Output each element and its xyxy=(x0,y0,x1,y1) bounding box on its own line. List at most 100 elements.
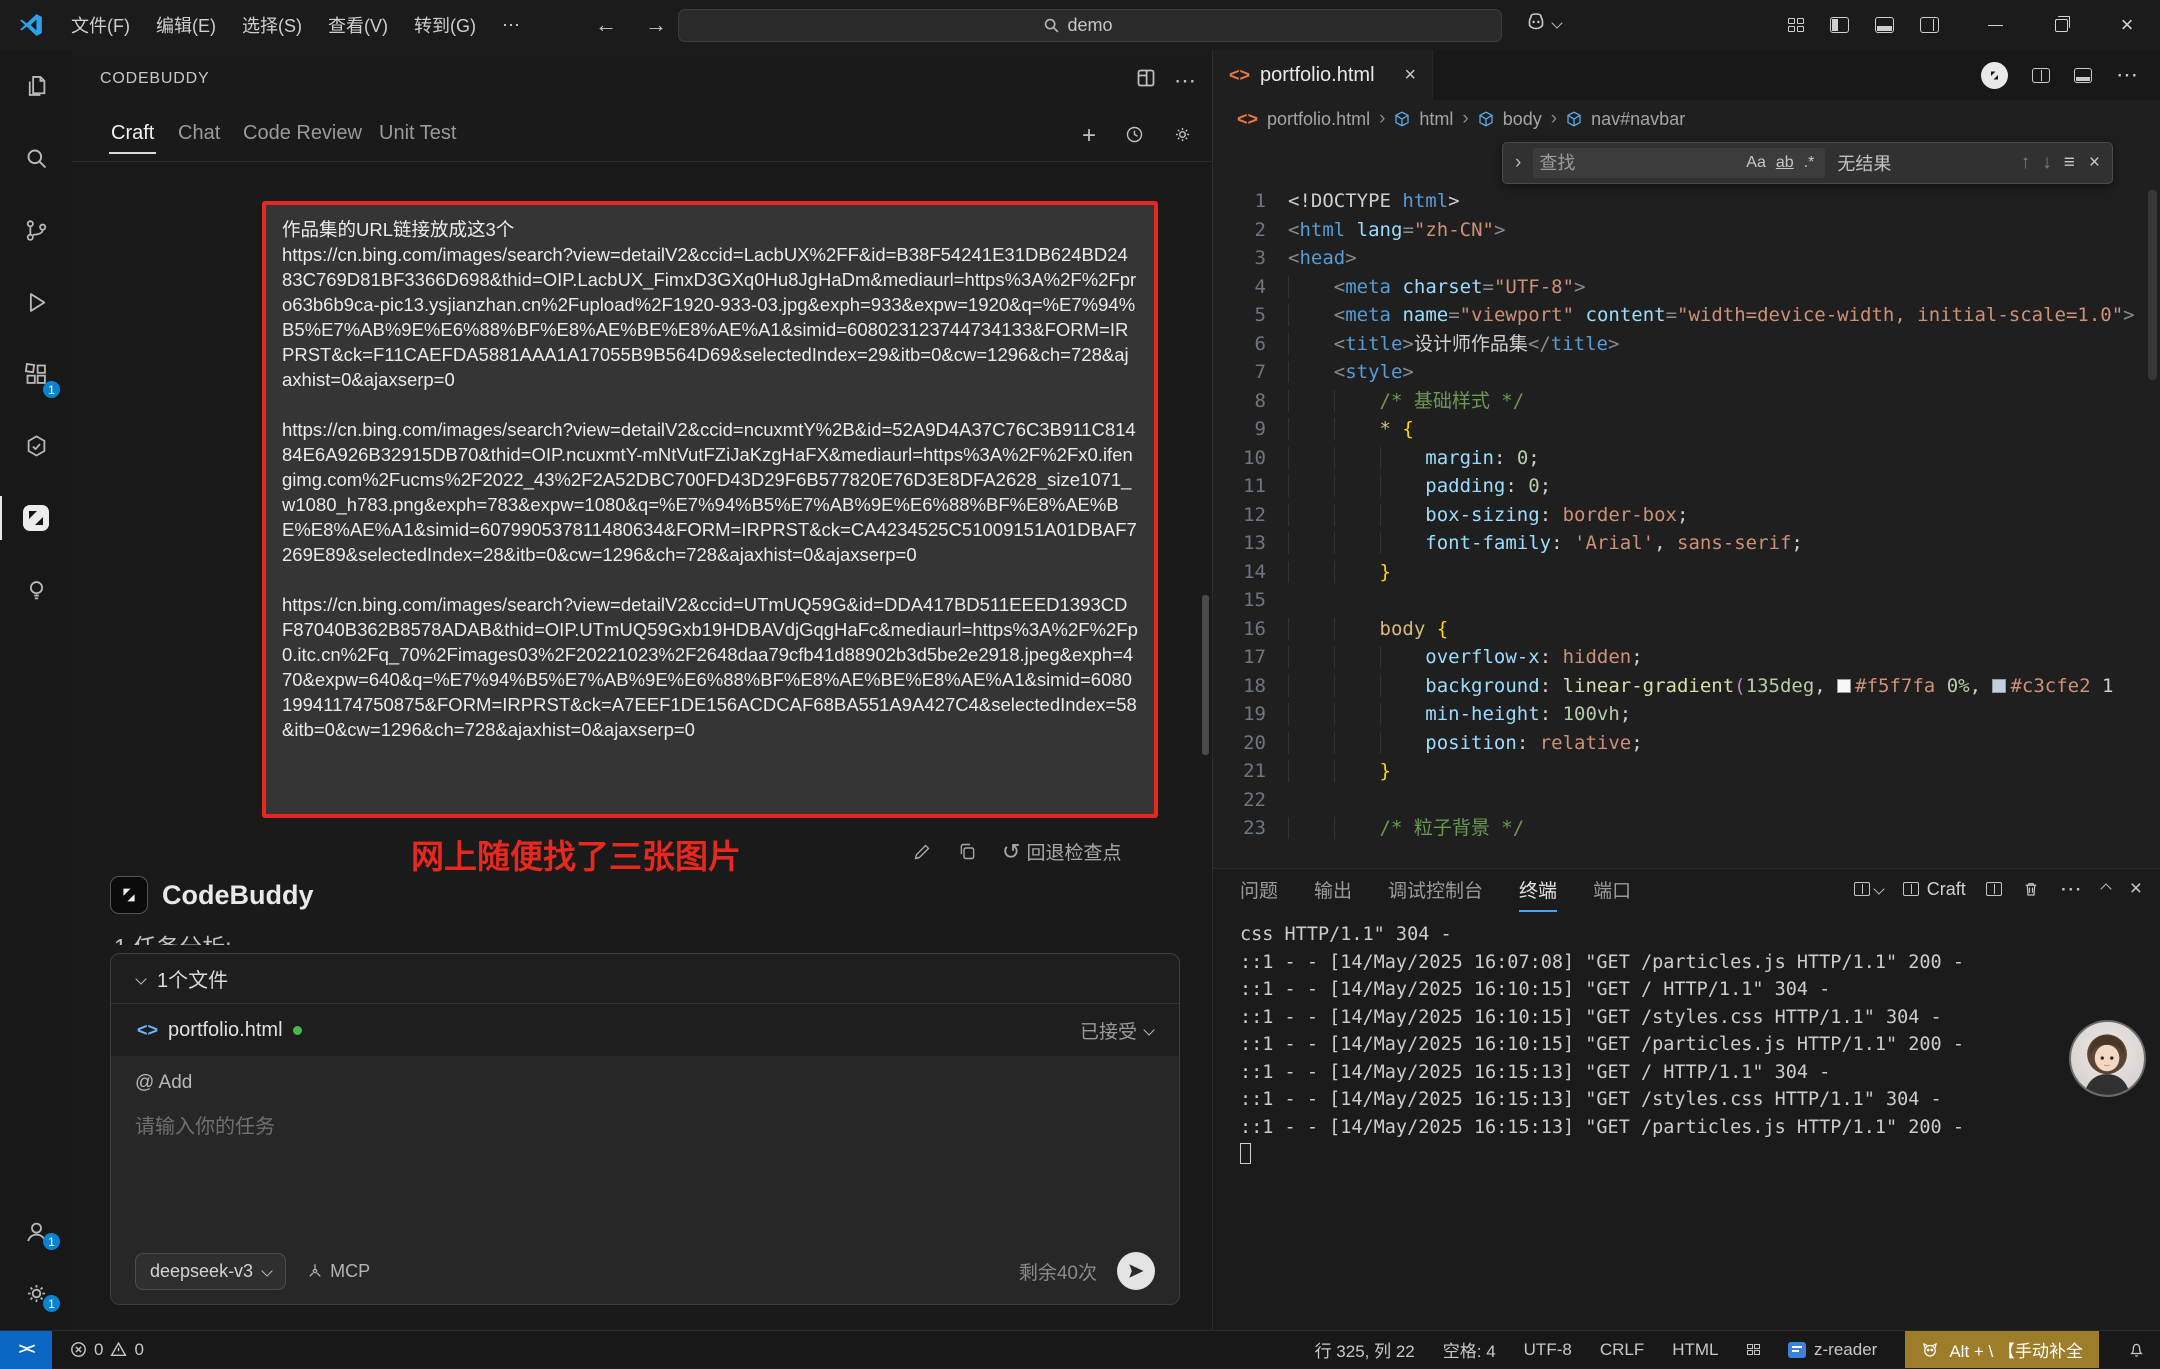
breadcrumb-file[interactable]: portfolio.html xyxy=(1267,109,1370,130)
sidebar-item-explorer[interactable] xyxy=(0,50,72,122)
completion-assist-badge[interactable]: Alt + \ 【手动补全 xyxy=(1905,1331,2099,1368)
sidebar-item-account[interactable]: 1 xyxy=(0,1200,72,1262)
more-actions-icon[interactable]: ⋯ xyxy=(2116,62,2138,88)
nav-forward-icon[interactable]: → xyxy=(631,12,681,38)
problems-status[interactable]: 0 0 xyxy=(70,1340,144,1360)
add-context-button[interactable]: @ Add xyxy=(135,1072,1155,1094)
code-line[interactable]: 12 box-sizing: border-box; xyxy=(1213,501,2146,530)
split-editor-icon[interactable] xyxy=(2032,68,2050,83)
code-line[interactable]: 9 * { xyxy=(1213,415,2146,444)
z-reader-status[interactable]: z-reader xyxy=(1788,1340,1877,1360)
code-line[interactable]: 6 <title>设计师作品集</title> xyxy=(1213,330,2146,359)
search-input[interactable] xyxy=(1068,15,1138,36)
tab-craft[interactable]: Craft xyxy=(111,122,154,145)
split-terminal-icon[interactable] xyxy=(1986,882,2002,896)
code-line[interactable]: 7 <style> xyxy=(1213,358,2146,387)
task-input[interactable] xyxy=(135,1110,1155,1180)
layout-grid-icon[interactable] xyxy=(1747,1344,1761,1356)
history-icon[interactable] xyxy=(1124,124,1145,145)
code-line[interactable]: 2<html lang="zh-CN"> xyxy=(1213,216,2146,245)
model-selector[interactable]: deepseek-v3 xyxy=(135,1253,286,1290)
remote-indicator[interactable]: >< xyxy=(0,1331,52,1369)
minimize-button[interactable] xyxy=(1962,0,2028,50)
menu-view[interactable]: 查看(V) xyxy=(315,6,401,44)
menu-overflow[interactable]: ⋯ xyxy=(489,9,533,42)
menu-selection[interactable]: 选择(S) xyxy=(229,6,315,44)
tab-terminal[interactable]: 终端 xyxy=(1519,876,1557,903)
find-in-selection-icon[interactable]: ≡ xyxy=(2064,152,2075,174)
code-line[interactable]: 11 padding: 0; xyxy=(1213,472,2146,501)
code-line[interactable]: 1<!DOCTYPE html> xyxy=(1213,187,2146,216)
send-button[interactable] xyxy=(1117,1252,1155,1290)
panel-scrollbar[interactable] xyxy=(1202,595,1209,755)
new-terminal-button[interactable] xyxy=(1854,882,1883,896)
maximize-panel-icon[interactable] xyxy=(2100,883,2111,894)
more-actions-icon[interactable]: ⋯ xyxy=(2060,876,2082,902)
kill-terminal-icon[interactable] xyxy=(2022,880,2040,898)
toggle-sidebar-icon[interactable] xyxy=(1830,17,1849,33)
whole-word-toggle[interactable]: ab xyxy=(1771,154,1799,172)
code-line[interactable]: 21 } xyxy=(1213,757,2146,786)
bell-icon[interactable] xyxy=(2127,1340,2146,1359)
nav-back-icon[interactable]: ← xyxy=(581,12,631,38)
tab-ports[interactable]: 端口 xyxy=(1593,876,1631,903)
find-next-icon[interactable]: ↓ xyxy=(2042,152,2052,174)
find-input[interactable] xyxy=(1539,153,1741,174)
terminal-output[interactable]: css HTTP/1.1" 304 -::1 - - [14/May/2025 … xyxy=(1240,921,2040,1322)
code-line[interactable]: 18 background: linear-gradient(135deg, #… xyxy=(1213,672,2146,701)
sidebar-item-run-debug[interactable] xyxy=(0,266,72,338)
menu-goto[interactable]: 转到(G) xyxy=(401,6,489,44)
code-line[interactable]: 19 min-height: 100vh; xyxy=(1213,700,2146,729)
user-prompt-message[interactable]: 作品集的URL链接放成这3个 https://cn.bing.com/image… xyxy=(262,201,1158,818)
codebuddy-circle-icon[interactable] xyxy=(1981,62,2008,89)
sidebar-item-extensions[interactable]: 1 xyxy=(0,338,72,410)
editor-scrollbar[interactable] xyxy=(2148,190,2157,380)
language-mode[interactable]: HTML xyxy=(1672,1340,1718,1360)
breadcrumb-nav[interactable]: nav#navbar xyxy=(1591,109,1685,130)
assistant-avatar[interactable] xyxy=(2069,1020,2146,1097)
files-header-row[interactable]: 1个文件 xyxy=(111,954,1179,1004)
restore-button[interactable] xyxy=(2028,0,2094,50)
code-line[interactable]: 20 position: relative; xyxy=(1213,729,2146,758)
code-line[interactable]: 15 xyxy=(1213,586,2146,615)
close-find-icon[interactable]: × xyxy=(2089,152,2100,174)
code-line[interactable]: 8 /* 基础样式 */ xyxy=(1213,387,2146,416)
encoding[interactable]: UTF-8 xyxy=(1524,1340,1572,1360)
sidebar-item-settings[interactable]: 1 xyxy=(0,1262,72,1324)
sidebar-item-codebuddy[interactable] xyxy=(0,482,72,554)
tab-unit-test[interactable]: Unit Test xyxy=(379,122,456,145)
close-panel-icon[interactable]: × xyxy=(2130,877,2142,901)
file-row-portfolio[interactable]: <> portfolio.html 已接受 xyxy=(111,1004,1179,1056)
accepted-status[interactable]: 已接受 xyxy=(1080,1017,1153,1044)
tab-output[interactable]: 输出 xyxy=(1314,876,1352,903)
copy-icon[interactable] xyxy=(957,841,978,862)
code-line[interactable]: 16 body { xyxy=(1213,615,2146,644)
code-line[interactable]: 23 /* 粒子背景 */ xyxy=(1213,814,2146,843)
toggle-panel-icon[interactable] xyxy=(1875,17,1894,33)
breadcrumb-body[interactable]: body xyxy=(1503,109,1542,130)
sidebar-item-search[interactable] xyxy=(0,122,72,194)
toggle-replace-icon[interactable]: › xyxy=(1515,152,1521,174)
code-line[interactable]: 10 margin: 0; xyxy=(1213,444,2146,473)
code-editor[interactable]: 1<!DOCTYPE html>2<html lang="zh-CN">3<he… xyxy=(1213,187,2146,868)
code-line[interactable]: 4 <meta charset="UTF-8"> xyxy=(1213,273,2146,302)
menu-edit[interactable]: 编辑(E) xyxy=(143,6,229,44)
close-tab-icon[interactable]: × xyxy=(1404,64,1416,87)
code-line[interactable]: 3<head> xyxy=(1213,244,2146,273)
tab-portfolio-html[interactable]: <> portfolio.html × xyxy=(1213,50,1433,100)
close-button[interactable]: × xyxy=(2094,0,2160,50)
edit-icon[interactable] xyxy=(912,841,933,862)
toggle-secondary-sidebar-icon[interactable] xyxy=(1920,17,1939,33)
sidebar-item-source-control[interactable] xyxy=(0,194,72,266)
rollback-checkpoint-button[interactable]: ↺ 回退检查点 xyxy=(1002,838,1121,865)
cursor-position[interactable]: 行 325, 列 22 xyxy=(1315,1337,1415,1362)
tab-chat[interactable]: Chat xyxy=(178,122,220,145)
sidebar-item-plugin[interactable] xyxy=(0,410,72,482)
regex-toggle[interactable]: .* xyxy=(1799,154,1820,172)
customize-layout-icon[interactable] xyxy=(1788,18,1804,32)
tab-problems[interactable]: 问题 xyxy=(1240,876,1278,903)
panel-layout-icon[interactable] xyxy=(2074,68,2092,83)
menu-file[interactable]: 文件(F) xyxy=(58,6,143,44)
eol-sequence[interactable]: CRLF xyxy=(1600,1340,1644,1360)
copilot-menu[interactable] xyxy=(1524,11,1561,35)
